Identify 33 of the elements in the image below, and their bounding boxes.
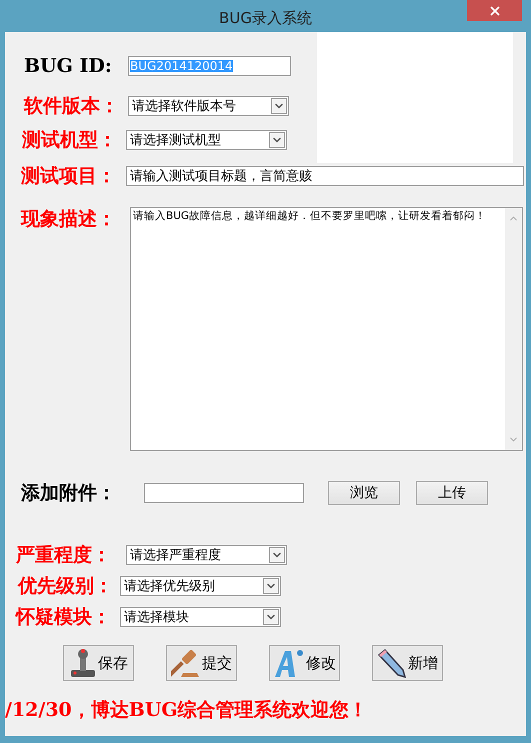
font-icon — [273, 647, 305, 679]
window-title: BUG录入系统 — [218, 8, 313, 29]
input-field[interactable]: 请输入测试项目标题，言简意赅 — [126, 166, 524, 186]
field-label: 软件版本： — [24, 96, 120, 116]
pencil-icon — [377, 648, 407, 678]
field-label: 优先级别： — [18, 576, 114, 596]
welcome-message: /12/30，博达BUG综合管理系统欢迎您！ — [5, 701, 369, 720]
action-button[interactable]: 提交 — [166, 645, 237, 681]
close-icon — [488, 4, 502, 18]
field-label: 现象描述： — [21, 207, 117, 229]
browse-button[interactable]: 浏览 — [328, 481, 400, 505]
action-button[interactable]: 保存 — [63, 645, 134, 681]
dropdown[interactable]: 请选择严重程度 — [126, 545, 287, 565]
text-area[interactable]: 请输入BUG故障信息，越详细越好．但不要罗里吧嗦，让研发看着郁闷！ — [130, 207, 523, 451]
upload-button[interactable]: 上传 — [416, 481, 488, 505]
field-label: 测试项目： — [21, 166, 117, 186]
close-button[interactable] — [467, 0, 522, 21]
field-label: 严重程度： — [16, 546, 112, 564]
dropdown[interactable]: 请选择模块 — [120, 607, 281, 627]
dropdown[interactable]: 请选择软件版本号 — [128, 96, 289, 116]
field-label: 测试机型： — [22, 130, 118, 150]
dropdown[interactable]: 请选择测试机型 — [126, 130, 287, 150]
scrollbar[interactable] — [505, 208, 522, 450]
field-label: 添加附件： — [21, 484, 117, 502]
file-path-field[interactable] — [144, 483, 304, 503]
field-label: BUG ID: — [24, 56, 113, 76]
action-button[interactable]: 修改 — [269, 645, 340, 681]
joystick-icon — [69, 648, 97, 678]
gavel-icon — [171, 648, 201, 678]
action-button[interactable]: 新增 — [372, 645, 443, 681]
field-label: 怀疑模块： — [16, 608, 112, 626]
dropdown[interactable]: 请选择优先级别 — [120, 576, 281, 596]
field-value: BUG2014120014 — [130, 60, 233, 72]
